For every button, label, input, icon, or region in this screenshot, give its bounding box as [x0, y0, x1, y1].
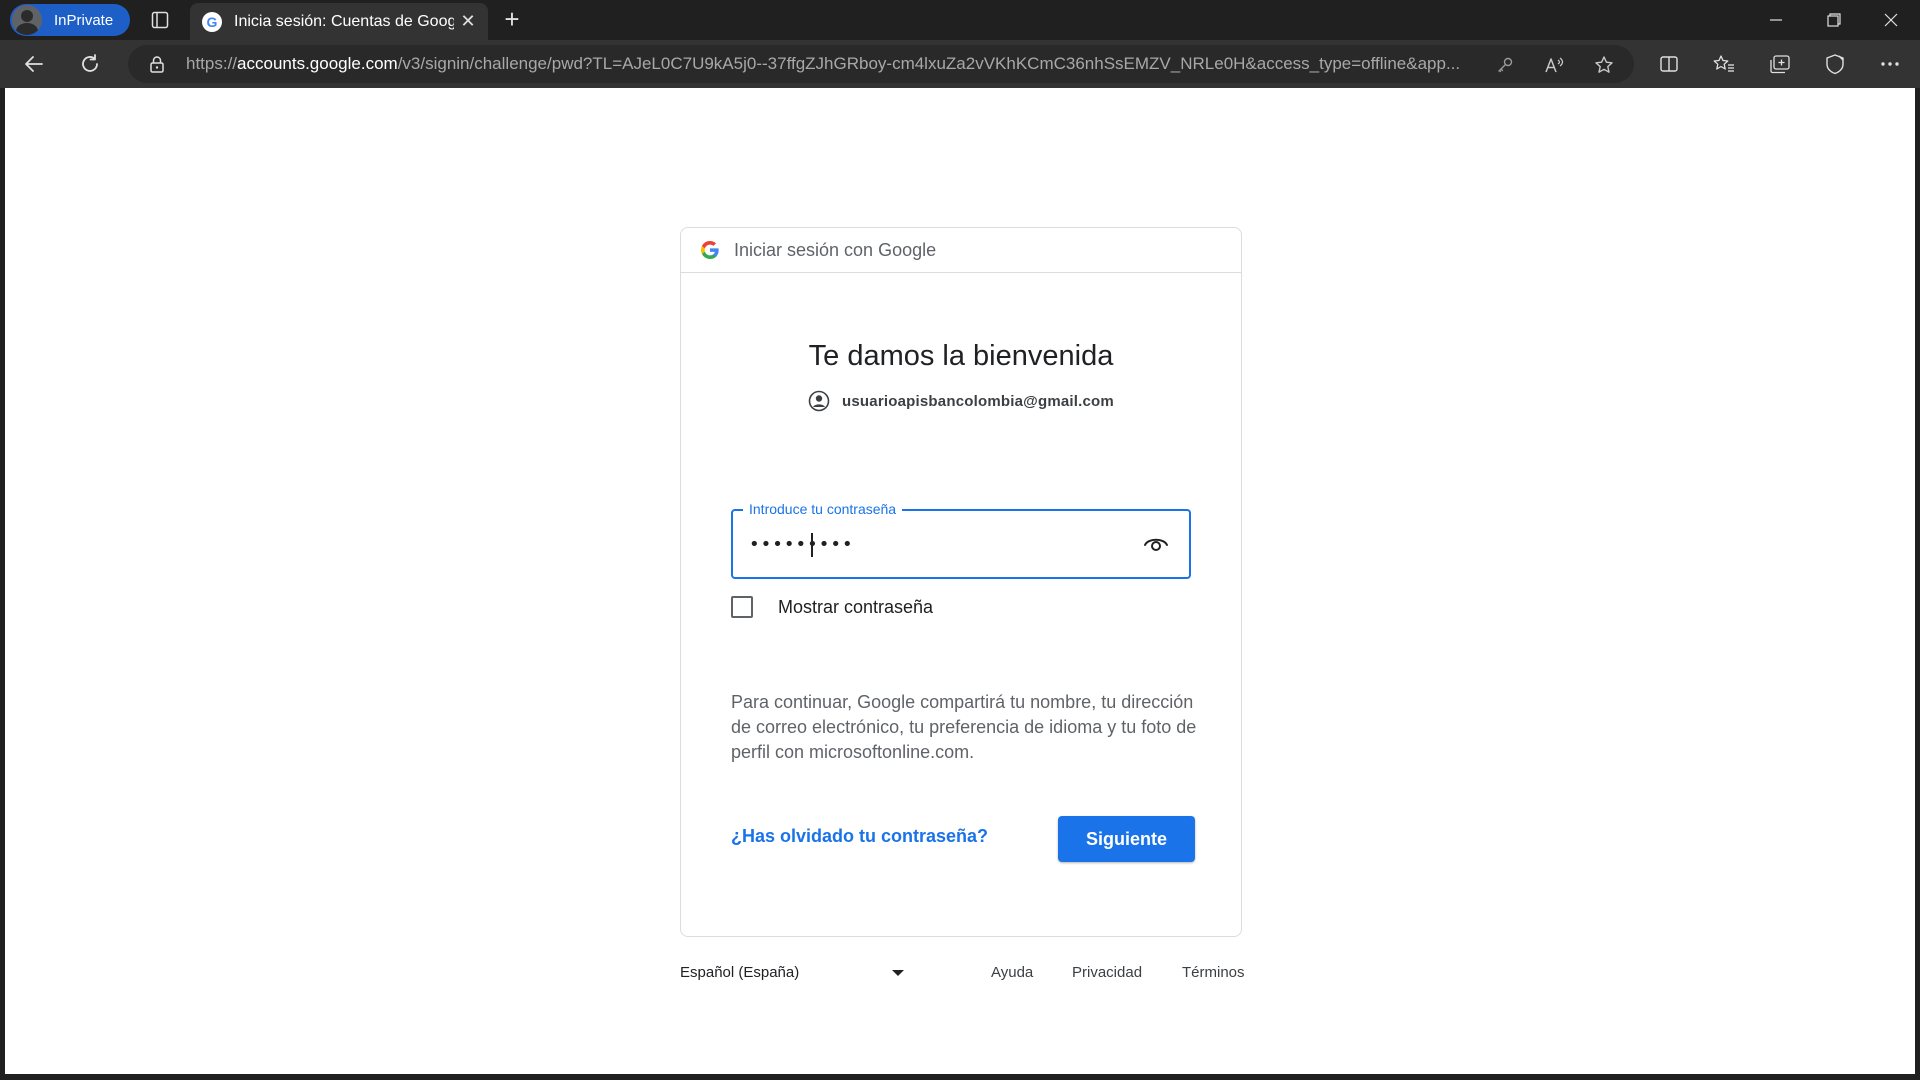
- url-text[interactable]: https://accounts.google.com/v3/signin/ch…: [186, 54, 1486, 74]
- minimize-icon[interactable]: [1748, 0, 1804, 40]
- password-field-label: Introduce tu contraseña: [743, 501, 903, 517]
- tab-bar: InPrivate G Inicia sesión: Cuentas de Go…: [0, 0, 1920, 40]
- close-window-icon[interactable]: [1863, 0, 1919, 40]
- show-password-label[interactable]: Mostrar contraseña: [778, 597, 933, 618]
- card-header: Iniciar sesión con Google: [681, 228, 1241, 273]
- lock-icon[interactable]: [148, 55, 166, 73]
- favorites-icon[interactable]: [1712, 52, 1736, 76]
- collections-icon[interactable]: [1768, 52, 1792, 76]
- checkbox[interactable]: [731, 596, 753, 618]
- account-email: usuarioapisbancolombia@gmail.com: [842, 392, 1114, 410]
- favorite-star-icon[interactable]: [1593, 54, 1615, 76]
- restore-icon[interactable]: [1806, 0, 1862, 40]
- back-icon[interactable]: [20, 50, 48, 78]
- footer-link-help[interactable]: Ayuda: [991, 964, 1033, 981]
- read-aloud-icon[interactable]: [1544, 54, 1566, 76]
- new-tab-button[interactable]: +: [498, 6, 526, 34]
- signin-card: Iniciar sesión con Google Te damos la bi…: [680, 227, 1242, 937]
- url-scheme: https://: [186, 54, 238, 73]
- account-chip[interactable]: usuarioapisbancolombia@gmail.com: [681, 390, 1241, 412]
- google-favicon-icon: G: [202, 11, 222, 32]
- profile-avatar-icon: [12, 5, 42, 35]
- browser-essentials-icon[interactable]: [1823, 52, 1847, 76]
- url-host: accounts.google.com: [237, 54, 398, 73]
- split-screen-icon[interactable]: [1657, 52, 1681, 76]
- page-footer: Español (España) Ayuda Privacidad Términ…: [680, 964, 1245, 994]
- footer-link-privacy[interactable]: Privacidad: [1072, 964, 1142, 981]
- account-circle-icon: [808, 390, 830, 412]
- inprivate-label: InPrivate: [54, 11, 114, 29]
- password-field[interactable]: Introduce tu contraseña: [731, 501, 1191, 579]
- next-button[interactable]: Siguiente: [1058, 816, 1195, 862]
- language-selector[interactable]: Español (España): [680, 964, 910, 981]
- tab-actions-icon[interactable]: [148, 8, 172, 32]
- inprivate-profile-button[interactable]: InPrivate: [10, 4, 130, 36]
- footer-link-terms[interactable]: Términos: [1182, 964, 1245, 981]
- page-content: Iniciar sesión con Google Te damos la bi…: [5, 88, 1915, 1074]
- tab-title: Inicia sesión: Cuentas de Google: [234, 12, 454, 30]
- browser-toolbar: https://accounts.google.com/v3/signin/ch…: [0, 40, 1920, 88]
- more-icon[interactable]: [1878, 52, 1902, 76]
- show-password-checkbox[interactable]: Mostrar contraseña: [731, 596, 933, 618]
- data-sharing-notice: Para continuar, Google compartirá tu nom…: [731, 692, 1197, 762]
- active-tab[interactable]: G Inicia sesión: Cuentas de Google ✕: [190, 3, 488, 40]
- google-logo-icon: [701, 241, 719, 259]
- eye-icon[interactable]: [1143, 533, 1169, 555]
- page-title: Te damos la bienvenida: [808, 340, 1114, 372]
- card-header-text: Iniciar sesión con Google: [734, 239, 937, 260]
- key-icon[interactable]: [1494, 54, 1516, 76]
- language-selected: Español (España): [680, 964, 800, 981]
- text-caret: [811, 533, 813, 557]
- forgot-password-link[interactable]: ¿Has olvidado tu contraseña?: [731, 826, 988, 847]
- refresh-icon[interactable]: [76, 50, 104, 78]
- password-input[interactable]: [749, 529, 1129, 559]
- tab-close-icon[interactable]: ✕: [458, 11, 478, 31]
- address-bar[interactable]: https://accounts.google.com/v3/signin/ch…: [128, 45, 1634, 83]
- chevron-down-icon: [892, 970, 904, 976]
- url-path: /v3/signin/challenge/pwd?TL=AJeL0C7U9kA5…: [397, 54, 1461, 73]
